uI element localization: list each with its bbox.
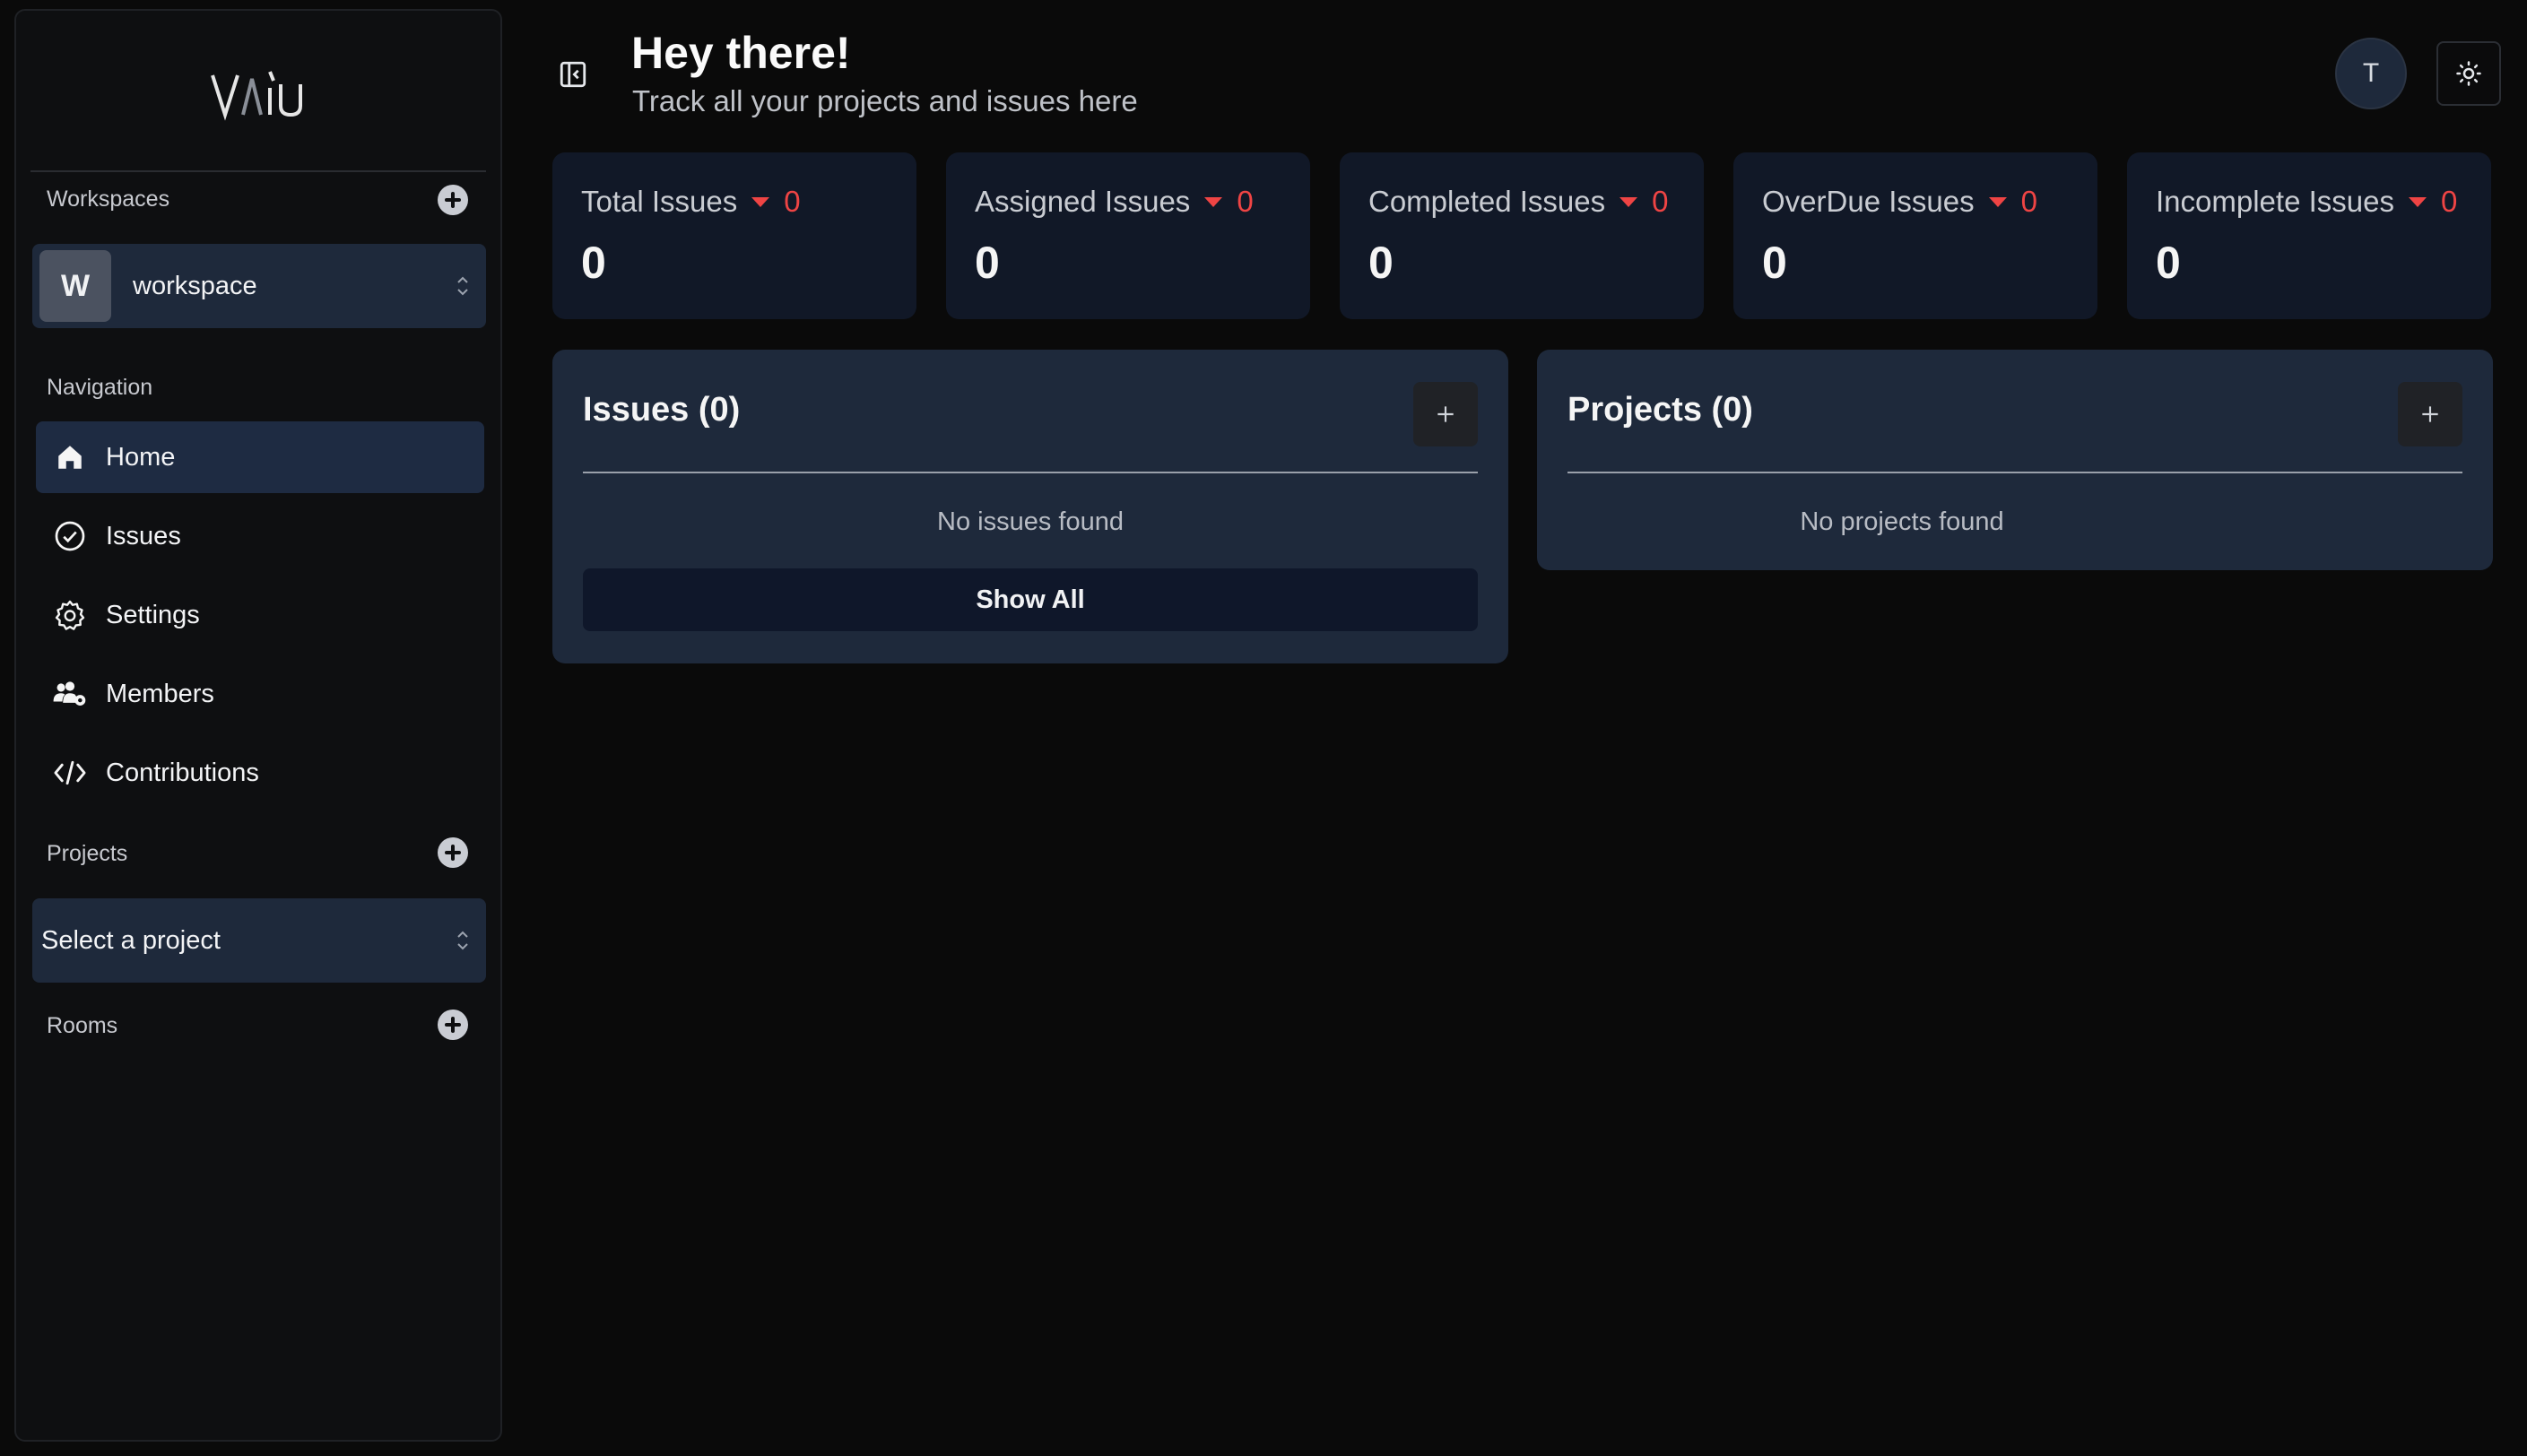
add-project-panel-button[interactable]: [2398, 382, 2462, 446]
trend-down-icon: [1620, 196, 1638, 207]
sidebar-divider: [30, 170, 486, 172]
stat-delta: 0: [784, 185, 801, 218]
stat-label-row: Incomplete Issues 0: [2156, 185, 2457, 219]
show-all-issues-button[interactable]: Show All: [583, 568, 1478, 631]
sidebar-item-members[interactable]: Members: [36, 658, 484, 730]
sidebar-item-home[interactable]: Home: [36, 421, 484, 493]
projects-panel-title: Projects (0): [1567, 391, 1753, 429]
user-avatar[interactable]: T: [2335, 38, 2407, 109]
app-root: Workspaces W workspace Navigation Home I…: [0, 0, 2527, 1456]
trend-down-icon: [2408, 196, 2427, 207]
projects-label: Projects: [47, 841, 128, 866]
trend-down-icon: [1988, 196, 2007, 207]
stat-delta: 0: [1652, 185, 1669, 218]
trend-down-icon: [751, 196, 770, 207]
vaiu-logo-icon: [211, 71, 302, 121]
stat-label: Total Issues: [581, 185, 738, 218]
sun-icon: [2456, 61, 2481, 86]
stat-card-incomplete-issues: Incomplete Issues 0 0: [2127, 152, 2491, 319]
project-select[interactable]: Select a project: [32, 898, 486, 983]
stat-delta: 0: [2020, 185, 2037, 218]
add-issue-button[interactable]: [1413, 382, 1478, 446]
rooms-label: Rooms: [47, 1013, 118, 1038]
stat-value: 0: [1762, 238, 1787, 288]
sidebar-item-label: Settings: [106, 600, 200, 629]
page-subtitle: Track all your projects and issues here: [632, 84, 1138, 117]
app-logo: [16, 61, 500, 129]
code-icon: [52, 755, 88, 791]
stat-card-completed-issues: Completed Issues 0 0: [1340, 152, 1704, 319]
workspace-avatar: W: [39, 250, 111, 322]
stat-delta: 0: [2440, 185, 2458, 218]
workspaces-label: Workspaces: [47, 186, 170, 212]
home-icon: [52, 439, 88, 475]
chevron-updown-icon: [457, 931, 468, 950]
stat-label: Completed Issues: [1368, 185, 1606, 218]
workspace-switcher[interactable]: W workspace: [32, 244, 486, 328]
stat-label: Assigned Issues: [975, 185, 1191, 218]
projects-empty-text: No projects found: [1800, 507, 2004, 536]
stat-card-overdue-issues: OverDue Issues 0 0: [1733, 152, 2097, 319]
issues-panel-title: Issues (0): [583, 391, 741, 429]
gear-icon: [52, 597, 88, 633]
issues-empty-text: No issues found: [937, 507, 1124, 536]
sidebar-toggle-icon[interactable]: [558, 59, 588, 90]
navigation-label: Navigation: [47, 375, 153, 400]
sidebar-item-label: Issues: [106, 521, 181, 550]
stat-label: Incomplete Issues: [2156, 185, 2394, 218]
stat-delta: 0: [1237, 185, 1254, 218]
plus-icon: [2422, 406, 2438, 422]
stat-card-assigned-issues: Assigned Issues 0 0: [946, 152, 1310, 319]
project-select-placeholder: Select a project: [41, 925, 221, 955]
stat-label: OverDue Issues: [1762, 185, 1975, 218]
theme-toggle-button[interactable]: [2436, 41, 2501, 106]
stat-card-total-issues: Total Issues 0 0: [552, 152, 916, 319]
add-workspace-button[interactable]: [438, 185, 468, 215]
stat-value: 0: [2156, 238, 2181, 288]
issues-panel: Issues (0) No issues found Show All: [552, 350, 1508, 663]
sidebar-item-issues[interactable]: Issues: [36, 500, 484, 572]
stat-value: 0: [1368, 238, 1394, 288]
projects-panel: Projects (0) No projects found: [1537, 350, 2493, 570]
stat-label-row: Assigned Issues 0: [975, 185, 1254, 219]
sidebar-item-settings[interactable]: Settings: [36, 579, 484, 651]
panel-divider: [1567, 472, 2462, 473]
stat-label-row: Total Issues 0: [581, 185, 801, 219]
chevron-updown-icon: [457, 276, 468, 296]
stat-value: 0: [581, 238, 606, 288]
stat-value: 0: [975, 238, 1000, 288]
add-project-button[interactable]: [438, 837, 468, 868]
sidebar-item-contributions[interactable]: Contributions: [36, 737, 484, 809]
sidebar-item-label: Contributions: [106, 758, 259, 787]
check-circle-icon: [52, 518, 88, 554]
stat-label-row: OverDue Issues 0: [1762, 185, 2037, 219]
sidebar-item-label: Home: [106, 442, 176, 472]
sidebar-item-label: Members: [106, 679, 214, 708]
stat-label-row: Completed Issues 0: [1368, 185, 1669, 219]
panel-divider: [583, 472, 1478, 473]
sidebar: Workspaces W workspace Navigation Home I…: [14, 9, 502, 1442]
add-room-button[interactable]: [438, 1010, 468, 1040]
trend-down-icon: [1204, 196, 1223, 207]
users-gear-icon: [52, 676, 88, 712]
plus-icon: [1437, 406, 1454, 422]
workspace-name: workspace: [133, 271, 257, 300]
page-title: Hey there!: [631, 28, 851, 78]
